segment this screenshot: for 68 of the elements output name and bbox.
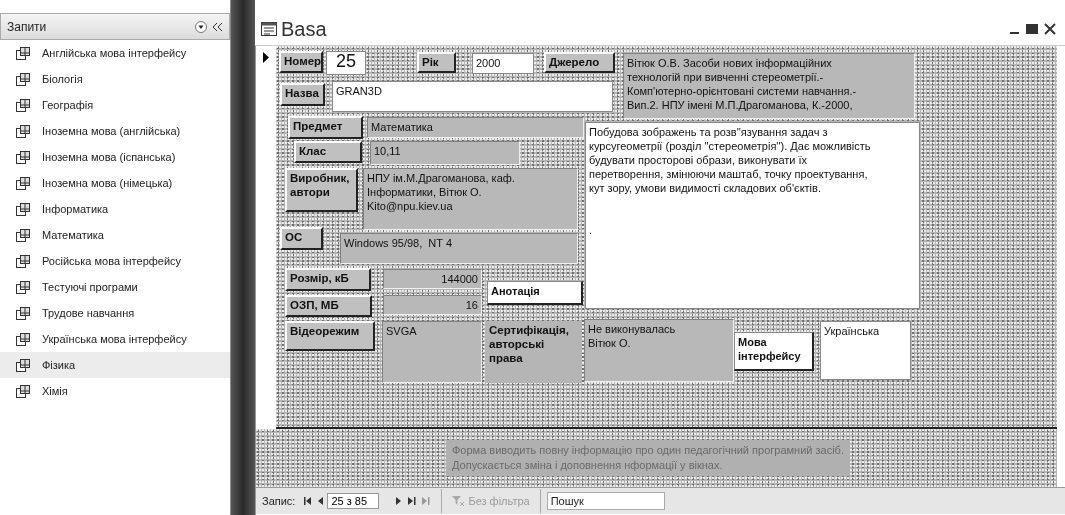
field-label-button[interactable]: Назва — [280, 83, 325, 106]
field-label-button[interactable]: Розмір, кБ — [285, 268, 371, 291]
field-label-button[interactable]: Номер — [279, 51, 323, 73]
query-item[interactable]: Трудове навчання — [0, 300, 230, 326]
query-item[interactable]: Географія — [0, 92, 230, 118]
query-icon — [16, 72, 30, 86]
query-item[interactable]: Біологія — [0, 66, 230, 92]
query-item[interactable]: Іноземна мова (англійська) — [0, 118, 230, 144]
form-icon — [261, 22, 277, 36]
query-icon — [16, 228, 30, 242]
query-item[interactable]: Українська мова інтерфейсу — [0, 326, 230, 352]
maximize-icon[interactable] — [1025, 23, 1039, 35]
query-icon — [16, 124, 30, 138]
query-item[interactable]: Інформатика — [0, 196, 230, 222]
query-icon — [16, 358, 30, 372]
text-field[interactable]: SVGA — [382, 321, 482, 383]
query-icon — [16, 46, 30, 60]
search-field[interactable]: Пошук — [546, 492, 665, 510]
text-field[interactable]: Windows 95/98, NT 4 — [340, 233, 578, 264]
field-caption: Сертифікація, авторські права — [486, 321, 582, 383]
query-item[interactable]: Іноземна мова (німецька) — [0, 170, 230, 196]
query-icon — [16, 306, 30, 320]
field-label-button[interactable]: ОЗП, МБ — [285, 295, 372, 317]
query-item[interactable]: Фізика — [0, 352, 230, 378]
section-label: Анотація — [487, 281, 583, 305]
text-field[interactable]: GRAN3D — [332, 81, 613, 112]
query-item[interactable]: Іноземна мова (іспанська) — [0, 144, 230, 170]
text-field[interactable]: 25 — [326, 51, 366, 75]
query-item[interactable]: Російська мова інтерфейсу — [0, 248, 230, 274]
query-item[interactable]: Тестуючі програми — [0, 274, 230, 300]
text-field[interactable]: Українська — [820, 321, 911, 380]
query-icon — [16, 280, 30, 294]
record-position-field[interactable]: 25 з 85 — [327, 493, 380, 509]
field-label-button[interactable]: Рік — [417, 52, 456, 73]
query-icon — [16, 176, 30, 190]
field-label-button[interactable]: Джерело — [544, 52, 615, 73]
field-label-button[interactable]: Клас — [294, 141, 362, 163]
window-title: Basa — [281, 17, 328, 41]
dropdown-icon[interactable] — [195, 20, 207, 33]
query-icon — [16, 98, 30, 112]
query-icon — [16, 202, 30, 216]
text-field[interactable]: 10,11 — [370, 141, 520, 165]
collapse-icon[interactable] — [213, 22, 223, 31]
text-field[interactable]: НПУ ім.М.Драгоманова, каф. Інформатики, Вітюк О. Kito@npu.kiev.ua — [363, 168, 578, 230]
field-label-button[interactable]: ОС — [280, 227, 323, 250]
record-label: Запис: — [261, 495, 297, 507]
text-field[interactable]: Математика — [367, 117, 584, 138]
field-label-button[interactable]: Виробник, автори — [285, 168, 358, 212]
section-label: Мова інтерфейсу — [734, 332, 814, 371]
query-icon — [16, 384, 30, 398]
current-record-icon — [263, 52, 269, 63]
filter-icon — [452, 495, 465, 507]
query-icon — [16, 254, 30, 268]
text-field[interactable]: 144000 — [383, 269, 482, 289]
text-field[interactable]: Побудова зображень та розв''язування задач з курсугеометрії (розділ ''стереометрія''). Дає можливість будувати просторові образи, виконувати їх перетворення, змінюючи маштаб, точку проектування, кут зору, умови видимості складових об'єктів. . — [585, 122, 920, 309]
field-label-button[interactable]: Відеорежим — [285, 321, 375, 351]
close-icon[interactable] — [1043, 23, 1057, 35]
query-item[interactable]: Математика — [0, 222, 230, 248]
text-field[interactable]: Не виконувалась Вітюк О. — [584, 319, 734, 382]
text-field[interactable]: 2000 — [472, 53, 534, 74]
field-label-button[interactable]: Предмет — [288, 116, 363, 139]
query-icon — [16, 150, 30, 164]
query-item[interactable]: Англійська мова інтерфейсу — [0, 40, 230, 66]
query-icon — [16, 332, 30, 346]
pane-title: Запити — [7, 19, 48, 34]
text-field[interactable]: Вітюк О.В. Засоби нових інформаційних технологій при вивченні стереометрії.- Комп'ютерно-орієнтовані системи навчання.- Вип.2. НПУ імені М.П.Драгоманова, К.-2000, — [623, 53, 915, 119]
text-field[interactable]: 16 — [383, 295, 482, 315]
query-item[interactable]: Хімія — [0, 378, 230, 404]
